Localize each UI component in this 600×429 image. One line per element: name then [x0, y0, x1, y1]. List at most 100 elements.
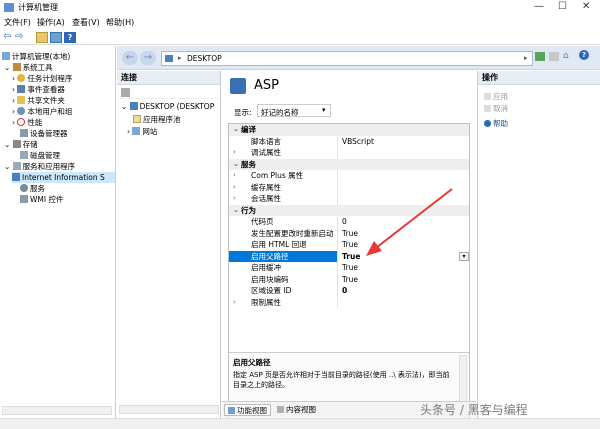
help-icon[interactable]: ? [64, 32, 76, 43]
menu-action[interactable]: 操作(A) [37, 17, 65, 28]
home-icon[interactable]: ⌂ [563, 51, 569, 61]
tree-item-local-users[interactable]: › 本地用户和组 [12, 106, 72, 117]
tools-icon [12, 63, 21, 71]
tree-item-iis[interactable]: Internet Information S [12, 172, 115, 183]
tree-label: WMI 控件 [30, 195, 64, 204]
feature-title: ASP [254, 78, 279, 93]
action-cancel[interactable]: 取消 [484, 103, 508, 114]
connection-app-pools[interactable]: 应用程序池 [133, 114, 181, 125]
action-cancel-label: 取消 [493, 104, 508, 113]
stop-icon[interactable] [549, 52, 559, 61]
menu-file[interactable]: 文件(F) [4, 17, 31, 28]
property-row[interactable]: 区域设置 ID 0 [229, 285, 469, 297]
tree-item-services[interactable]: 服务 [20, 183, 45, 194]
property-row[interactable]: 脚本语言 VBScript [229, 135, 469, 147]
property-value-input[interactable]: True [342, 251, 360, 263]
property-key: 启用父路径 [229, 250, 337, 262]
menu-view[interactable]: 查看(V) [72, 17, 100, 28]
iis-help-icon[interactable]: ? [579, 50, 589, 60]
tree-item-task-scheduler[interactable]: › 任务计划程序 [12, 73, 72, 84]
property-key: 启用块编码 [251, 274, 289, 284]
tree-label: 存储 [22, 140, 38, 149]
description-text: 指定 ASP 页是否允许相对于当前目录的路径(使用 ..\ 表示法)，即当前目录… [233, 371, 450, 389]
properties-icon[interactable] [50, 32, 62, 43]
asp-feature-icon [230, 78, 246, 94]
device-manager-icon [20, 129, 28, 137]
action-apply[interactable]: 应用 [484, 91, 508, 102]
property-value: True [342, 240, 358, 249]
menu-help[interactable]: 帮助(H) [106, 17, 134, 28]
action-help-label: 帮助 [493, 119, 508, 128]
property-row[interactable]: › Com Plus 属性 [229, 170, 469, 182]
folder-icon[interactable] [36, 32, 48, 43]
tree-root[interactable]: 计算机管理(本地) [2, 51, 70, 62]
feature-pane: ASP 显示: 好记的名称 ▾ ⌄ 编译 脚本语言 VBScript › 调试属性 ⌄… [222, 71, 476, 419]
tree-item-event-viewer[interactable]: › 事件查看器 [12, 84, 65, 95]
property-row[interactable]: 启用缓冲 True [229, 262, 469, 274]
tab-content-view[interactable]: 内容视图 [274, 404, 319, 416]
action-help[interactable]: 帮助 [484, 118, 508, 129]
minimize-icon[interactable]: — [534, 1, 544, 12]
connection-sites[interactable]: › 网站 [127, 126, 157, 137]
status-bar [0, 418, 600, 429]
tab-features-view[interactable]: 功能视图 [224, 404, 271, 416]
sites-icon [132, 127, 141, 135]
server-icon [165, 55, 173, 62]
server-node-icon [129, 102, 138, 110]
nav-forward-icon[interactable]: → [140, 51, 156, 65]
storage-icon [12, 140, 21, 148]
property-row[interactable]: › 限制属性 [229, 296, 469, 308]
services-apps-icon [12, 162, 21, 170]
close-icon[interactable]: ✕ [582, 1, 590, 12]
forward-icon[interactable]: ⇨ [15, 32, 27, 43]
watermark: 头条号 / 黑客与编程 [420, 403, 528, 417]
tree-hscrollbar[interactable] [2, 406, 112, 415]
tree-label: 共享文件夹 [27, 96, 65, 105]
category-label: 服务 [241, 159, 256, 169]
tree-item-system-tools[interactable]: ⌄ 系统工具 [4, 62, 53, 73]
back-icon[interactable]: ⇦ [3, 32, 15, 43]
tree-item-performance[interactable]: › 性能 [12, 117, 42, 128]
tree-item-services-apps[interactable]: ⌄ 服务和应用程序 [4, 161, 75, 172]
property-row[interactable]: › 调试属性 [229, 147, 469, 159]
tree-label: 事件查看器 [27, 85, 65, 94]
tree-item-storage[interactable]: ⌄ 存储 [4, 139, 38, 150]
category-row[interactable]: ⌄ 编译 [229, 124, 469, 136]
connect-icon[interactable] [121, 88, 130, 97]
display-select[interactable]: 好记的名称 ▾ [257, 104, 331, 117]
category-label: 编译 [241, 125, 256, 134]
cancel-icon [484, 105, 491, 112]
maximize-icon[interactable]: ☐ [558, 1, 567, 12]
property-row[interactable]: 启用块编码 True [229, 273, 469, 285]
property-key: 区域设置 ID [251, 286, 292, 295]
property-key: 代码页 [251, 217, 274, 226]
tree-item-shared-folders[interactable]: › 共享文件夹 [12, 95, 65, 106]
menu-bar: 文件(F) 操作(A) 查看(V) 帮助(H) [0, 16, 600, 30]
nav-back-icon[interactable]: ← [122, 51, 138, 65]
tree-item-device-manager[interactable]: 设备管理器 [20, 128, 68, 139]
toolbar: ⇦ ⇨ ? [0, 30, 600, 45]
description-title: 启用父路径 [233, 358, 271, 367]
address-input[interactable]: ▸ DESKTOP ▸ [161, 51, 533, 66]
performance-icon [17, 118, 26, 126]
help-circle-icon [484, 120, 491, 127]
refresh-icon[interactable] [535, 52, 545, 61]
property-key: 会话属性 [251, 194, 281, 203]
property-value: 0 [342, 217, 347, 226]
tree-item-wmi[interactable]: WMI 控件 [20, 194, 63, 205]
property-key: 发生配置更改时重新启动 [251, 228, 334, 238]
tree-label: 性能 [27, 118, 43, 127]
connections-hscrollbar[interactable] [119, 405, 219, 414]
display-select-value: 好记的名称 [261, 108, 299, 117]
chevron-down-icon: ▾ [322, 106, 326, 114]
actions-pane: 操作 应用 取消 帮助 [477, 71, 600, 418]
tree-item-disk-management[interactable]: 磁盘管理 [20, 150, 60, 161]
tree-label: 设备管理器 [30, 129, 68, 138]
property-key: 限制属性 [251, 297, 281, 307]
category-row[interactable]: ⌄ 服务 [229, 158, 469, 170]
tree-root-label: 计算机管理(本地) [12, 52, 71, 61]
property-key: 脚本语言 [251, 136, 281, 146]
property-key: 启用 HTML 回退 [251, 240, 307, 249]
address-path: DESKTOP [187, 54, 222, 63]
connection-server[interactable]: ⌄ DESKTOP (DESKTOP [121, 102, 214, 111]
